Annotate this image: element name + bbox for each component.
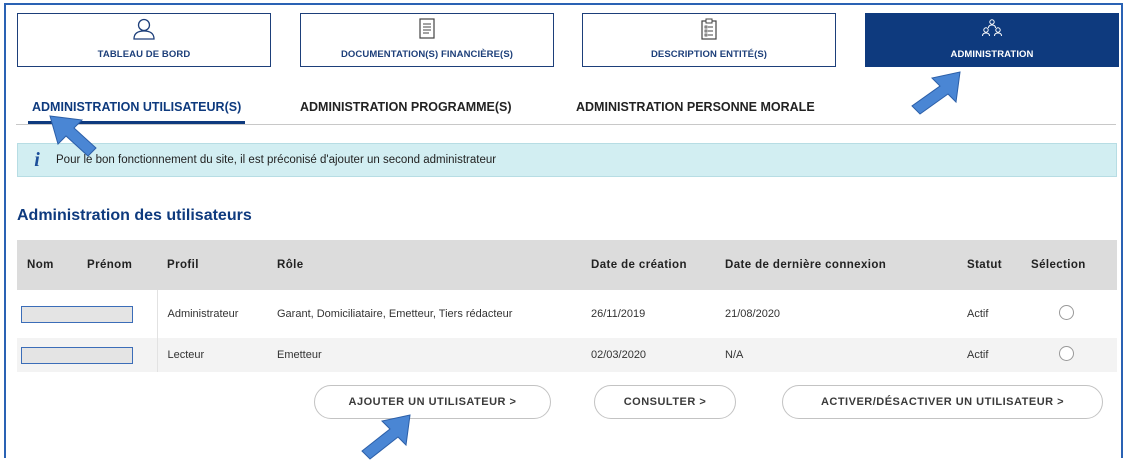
cell-name-redacted	[17, 290, 157, 338]
cell-creation: 26/11/2019	[581, 290, 715, 338]
annotation-arrow-icon	[361, 414, 411, 460]
tile-label: TABLEAU DE BORD	[97, 49, 191, 60]
cell-connexion: N/A	[715, 338, 957, 372]
header-role[interactable]: Rôle	[267, 240, 581, 290]
tile-documentation-financiere[interactable]: DOCUMENTATION(S) FINANCIÈRE(S)	[300, 13, 554, 67]
cell-selection	[1021, 338, 1117, 372]
cell-role: Emetteur	[267, 338, 581, 372]
cell-creation: 02/03/2020	[581, 338, 715, 372]
tile-label: DESCRIPTION ENTITÉ(S)	[650, 49, 768, 60]
cell-connexion: 21/08/2020	[715, 290, 957, 338]
header-prenom[interactable]: Prénom	[77, 240, 157, 290]
header-date-creation[interactable]: Date de création	[581, 240, 715, 290]
info-message: Pour le bon fonctionnement du site, il e…	[56, 154, 497, 166]
table-row[interactable]: Administrateur Garant, Domiciliataire, E…	[17, 290, 1117, 338]
tile-label: DOCUMENTATION(S) FINANCIÈRE(S)	[340, 49, 514, 60]
add-user-button[interactable]: AJOUTER UN UTILISATEUR >	[314, 385, 551, 419]
cell-role: Garant, Domiciliataire, Emetteur, Tiers …	[267, 290, 581, 338]
main-navigation: TABLEAU DE BORD DOCUMENTATION(S) FINANCI…	[17, 13, 1119, 67]
cell-profil: Administrateur	[156, 290, 267, 338]
header-profil[interactable]: Profil	[157, 240, 267, 290]
section-title: Administration des utilisateurs	[17, 207, 252, 224]
header-nom[interactable]: Nom	[17, 240, 77, 290]
tile-label: ADMINISTRATION	[950, 49, 1034, 60]
users-table: Nom Prénom Profil Rôle Date de création …	[17, 240, 1117, 372]
table-header-row: Nom Prénom Profil Rôle Date de création …	[17, 240, 1117, 290]
annotation-arrow-icon	[911, 71, 961, 115]
group-icon	[982, 19, 1002, 37]
header-statut[interactable]: Statut	[957, 240, 1021, 290]
header-selection: Sélection	[1021, 240, 1117, 290]
table-row[interactable]: Lecteur Emetteur 02/03/2020 N/A Actif	[17, 338, 1117, 372]
redacted-name	[21, 346, 133, 364]
cell-profil: Lecteur	[156, 338, 267, 372]
redacted-name	[21, 305, 133, 323]
cell-name-redacted	[17, 338, 157, 372]
tile-tableau-de-bord[interactable]: TABLEAU DE BORD	[17, 13, 271, 67]
info-banner: i Pour le bon fonctionnement du site, il…	[17, 143, 1117, 177]
tile-administration[interactable]: ADMINISTRATION	[865, 13, 1119, 67]
consult-button[interactable]: CONSULTER >	[594, 385, 736, 419]
user-icon	[133, 18, 155, 40]
annotation-arrow-icon	[49, 115, 97, 157]
cell-statut: Actif	[957, 338, 1021, 372]
document-icon	[419, 18, 435, 39]
cell-selection	[1021, 290, 1117, 338]
select-radio[interactable]	[1059, 304, 1074, 320]
tile-description-entite[interactable]: DESCRIPTION ENTITÉ(S)	[582, 13, 836, 67]
tab-administration-programmes[interactable]: ADMINISTRATION PROGRAMME(S)	[300, 100, 512, 114]
clipboard-icon	[701, 18, 717, 40]
select-radio[interactable]	[1059, 345, 1074, 361]
tab-administration-personne-morale[interactable]: ADMINISTRATION PERSONNE MORALE	[576, 100, 815, 114]
header-date-derniere-connexion[interactable]: Date de dernière connexion	[715, 240, 957, 290]
toggle-user-button[interactable]: ACTIVER/DÉSACTIVER UN UTILISATEUR >	[782, 385, 1103, 419]
cell-statut: Actif	[957, 290, 1021, 338]
